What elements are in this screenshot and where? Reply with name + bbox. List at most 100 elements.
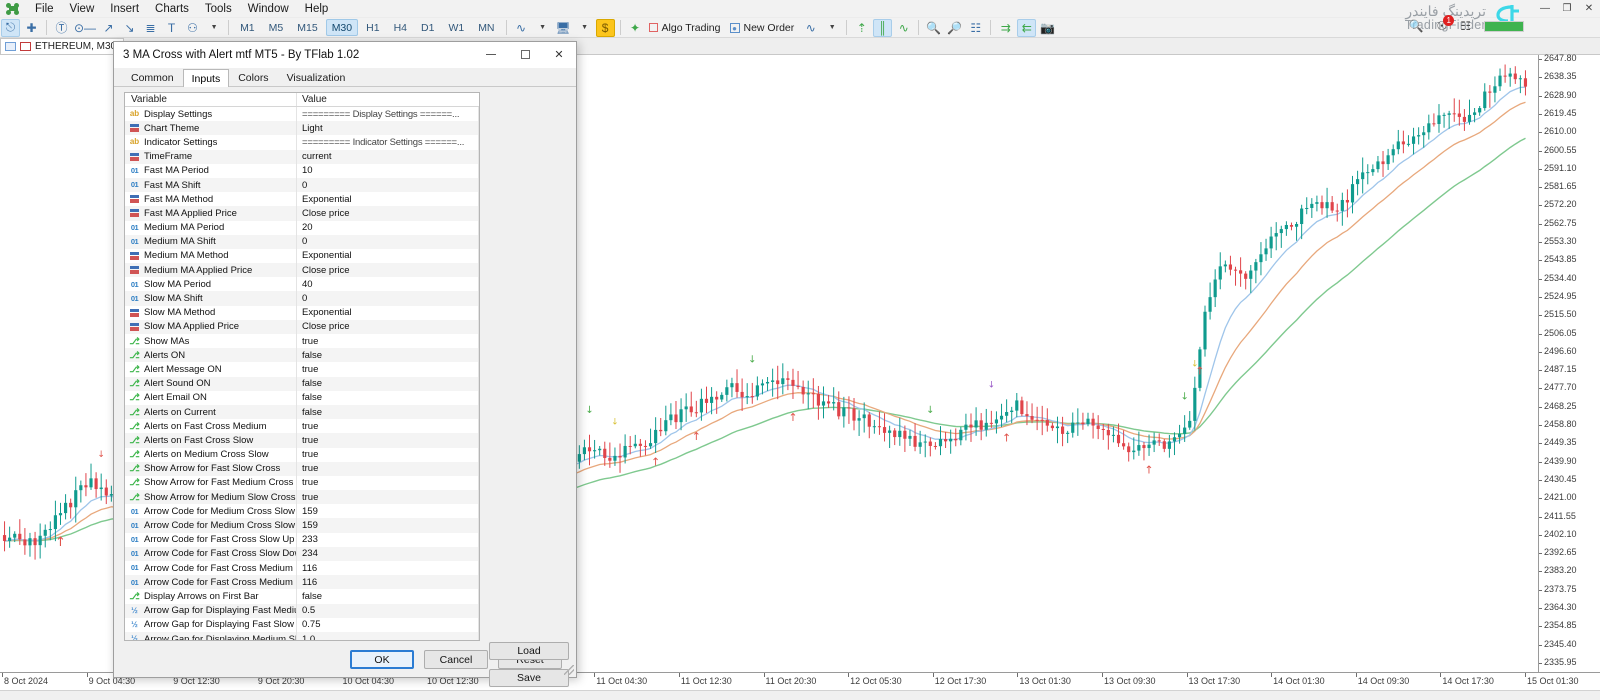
timeframe-d1[interactable]: D1 bbox=[415, 19, 440, 36]
search-icon[interactable]: 🔍 bbox=[1409, 19, 1424, 33]
table-row[interactable]: Slow MA MethodExponential bbox=[125, 306, 479, 320]
table-row[interactable]: ⎇Alert Message ONtrue bbox=[125, 362, 479, 376]
table-row[interactable]: 01Arrow Code for Fast Cross Slow Up233 bbox=[125, 533, 479, 547]
trendline-icon[interactable]: ↗ bbox=[99, 19, 118, 37]
candlestick-chart-icon[interactable]: ║ bbox=[873, 19, 892, 37]
tab-inputs[interactable]: Inputs bbox=[183, 69, 230, 87]
save-button[interactable]: Save bbox=[489, 669, 569, 687]
row-value-cell[interactable]: 10 bbox=[297, 164, 479, 178]
table-row[interactable]: ⎇Display Arrows on First Barfalse bbox=[125, 589, 479, 603]
table-row[interactable]: ⎇Alerts on Fast Cross Slowtrue bbox=[125, 433, 479, 447]
row-value-cell[interactable]: ========= Display Settings ======... bbox=[297, 107, 479, 121]
table-row[interactable]: 01Medium MA Period20 bbox=[125, 221, 479, 235]
table-row[interactable]: ⎇Alerts on Fast Cross Mediumtrue bbox=[125, 419, 479, 433]
row-value-cell[interactable]: 233 bbox=[297, 533, 479, 547]
table-row[interactable]: ⎇Alert Sound ONfalse bbox=[125, 377, 479, 391]
menu-item-tools[interactable]: Tools bbox=[197, 2, 240, 16]
timeframe-m15[interactable]: M15 bbox=[291, 19, 323, 36]
table-row[interactable]: ⎇Alerts ONfalse bbox=[125, 348, 479, 362]
row-value-cell[interactable]: 116 bbox=[297, 575, 479, 589]
row-value-cell[interactable]: false bbox=[297, 405, 479, 419]
zoom-out-icon[interactable]: 🔎 bbox=[945, 19, 964, 37]
row-value-cell[interactable]: true bbox=[297, 490, 479, 504]
row-value-cell[interactable]: 159 bbox=[297, 504, 479, 518]
currency-icon[interactable]: $ bbox=[596, 19, 615, 37]
zoom-in-icon[interactable]: 🔍 bbox=[924, 19, 943, 37]
table-row[interactable]: Fast MA Applied PriceClose price bbox=[125, 206, 479, 220]
price-axis[interactable]: 2647.802638.352628.902619.452610.002600.… bbox=[1538, 55, 1600, 672]
vertical-line-icon[interactable]: Ⓣ bbox=[52, 19, 71, 37]
table-row[interactable]: 01Fast MA Shift0 bbox=[125, 178, 479, 192]
row-value-cell[interactable]: 234 bbox=[297, 547, 479, 561]
table-row[interactable]: 01Arrow Code for Medium Cross Slow Up159 bbox=[125, 504, 479, 518]
table-row[interactable]: ⎇Show Arrow for Medium Slow Crosstrue bbox=[125, 490, 479, 504]
dialog-maximize-button[interactable] bbox=[508, 42, 542, 68]
menu-item-charts[interactable]: Charts bbox=[147, 2, 197, 16]
row-value-cell[interactable]: true bbox=[297, 448, 479, 462]
chart-type-dropdown-caret[interactable]: ▼ bbox=[822, 19, 841, 37]
menu-item-help[interactable]: Help bbox=[297, 2, 337, 16]
bar-chart-icon[interactable]: ⇡ bbox=[852, 19, 871, 37]
row-value-cell[interactable]: true bbox=[297, 433, 479, 447]
indicator-properties-dialog[interactable]: 3 MA Cross with Alert mtf MT5 - By TFlab… bbox=[113, 41, 577, 678]
table-row[interactable]: Slow MA Applied PriceClose price bbox=[125, 320, 479, 334]
row-value-cell[interactable]: current bbox=[297, 150, 479, 164]
row-value-cell[interactable]: false bbox=[297, 391, 479, 405]
table-row[interactable]: 01Fast MA Period10 bbox=[125, 164, 479, 178]
templates-icon[interactable]: 🖥 bbox=[554, 19, 573, 37]
timeframe-w1[interactable]: W1 bbox=[442, 19, 470, 36]
table-row[interactable]: 01Arrow Code for Fast Cross Medium Down1… bbox=[125, 575, 479, 589]
ok-button[interactable]: OK bbox=[350, 650, 414, 669]
notifications-icon[interactable]: ☉ 1 bbox=[1436, 19, 1447, 33]
table-row[interactable]: ½Arrow Gap for Displaying Fast Medium ..… bbox=[125, 604, 479, 618]
table-row[interactable]: 01Slow MA Shift0 bbox=[125, 291, 479, 305]
row-value-cell[interactable]: 116 bbox=[297, 561, 479, 575]
tab-colors[interactable]: Colors bbox=[229, 68, 277, 86]
table-row[interactable]: 01Arrow Code for Fast Cross Slow Down234 bbox=[125, 547, 479, 561]
timeframe-mn[interactable]: MN bbox=[472, 19, 500, 36]
tab-visualization[interactable]: Visualization bbox=[278, 68, 355, 86]
templates-dropdown-caret[interactable]: ▼ bbox=[575, 19, 594, 37]
menu-item-file[interactable]: File bbox=[27, 2, 62, 16]
timeframe-m30[interactable]: M30 bbox=[326, 19, 358, 36]
fibonacci-icon[interactable]: ≣ bbox=[141, 19, 160, 37]
menu-item-window[interactable]: Window bbox=[240, 2, 297, 16]
table-row[interactable]: 01Arrow Code for Medium Cross Slow Do...… bbox=[125, 518, 479, 532]
row-value-cell[interactable]: false bbox=[297, 377, 479, 391]
algo-trading-button[interactable]: Algo Trading bbox=[647, 19, 726, 37]
timeframe-h1[interactable]: H1 bbox=[360, 19, 385, 36]
load-button[interactable]: Load bbox=[489, 642, 569, 660]
inputs-table[interactable]: Variable Value abDisplay Settings=======… bbox=[124, 92, 480, 641]
table-row[interactable]: ½Arrow Gap for Displaying Fast Slow Cr..… bbox=[125, 618, 479, 632]
chart-type-icon[interactable]: ∿ bbox=[801, 19, 820, 37]
table-row[interactable]: TimeFramecurrent bbox=[125, 150, 479, 164]
timeframe-m5[interactable]: M5 bbox=[263, 19, 290, 36]
table-row[interactable]: ½Arrow Gap for Displaying Medium Slow...… bbox=[125, 632, 479, 641]
row-value-cell[interactable]: true bbox=[297, 462, 479, 476]
row-value-cell[interactable]: 0 bbox=[297, 235, 479, 249]
row-value-cell[interactable]: true bbox=[297, 362, 479, 376]
table-row[interactable]: ⎇Alert Email ONfalse bbox=[125, 391, 479, 405]
row-value-cell[interactable]: false bbox=[297, 348, 479, 362]
menu-item-view[interactable]: View bbox=[62, 2, 103, 16]
equidistant-channel-icon[interactable]: ↘ bbox=[120, 19, 139, 37]
shapes-icon[interactable]: ⚇ bbox=[183, 19, 202, 37]
row-value-cell[interactable]: 0.75 bbox=[297, 618, 479, 632]
table-row[interactable]: Chart ThemeLight bbox=[125, 121, 479, 135]
menu-item-insert[interactable]: Insert bbox=[102, 2, 147, 16]
row-value-cell[interactable]: Light bbox=[297, 121, 479, 135]
table-row[interactable]: 01Arrow Code for Fast Cross Medium Up116 bbox=[125, 561, 479, 575]
row-value-cell[interactable]: Exponential bbox=[297, 306, 479, 320]
chart-shift-icon[interactable]: ⇉ bbox=[996, 19, 1015, 37]
table-row[interactable]: ⎇Show MAstrue bbox=[125, 334, 479, 348]
minimize-button[interactable]: — bbox=[1534, 1, 1556, 16]
tile-windows-icon[interactable]: ☷ bbox=[966, 19, 985, 37]
chart-tab-ethereum-m30[interactable]: ETHEREUM, M30 bbox=[0, 38, 124, 54]
row-value-cell[interactable]: false bbox=[297, 589, 479, 603]
timeframe-h4[interactable]: H4 bbox=[388, 19, 413, 36]
table-row[interactable]: abDisplay Settings========= Display Sett… bbox=[125, 107, 479, 121]
text-label-icon[interactable]: T bbox=[162, 19, 181, 37]
cancel-button[interactable]: Cancel bbox=[424, 650, 488, 669]
row-value-cell[interactable]: Close price bbox=[297, 320, 479, 334]
line-chart-icon[interactable]: ∿ bbox=[894, 19, 913, 37]
